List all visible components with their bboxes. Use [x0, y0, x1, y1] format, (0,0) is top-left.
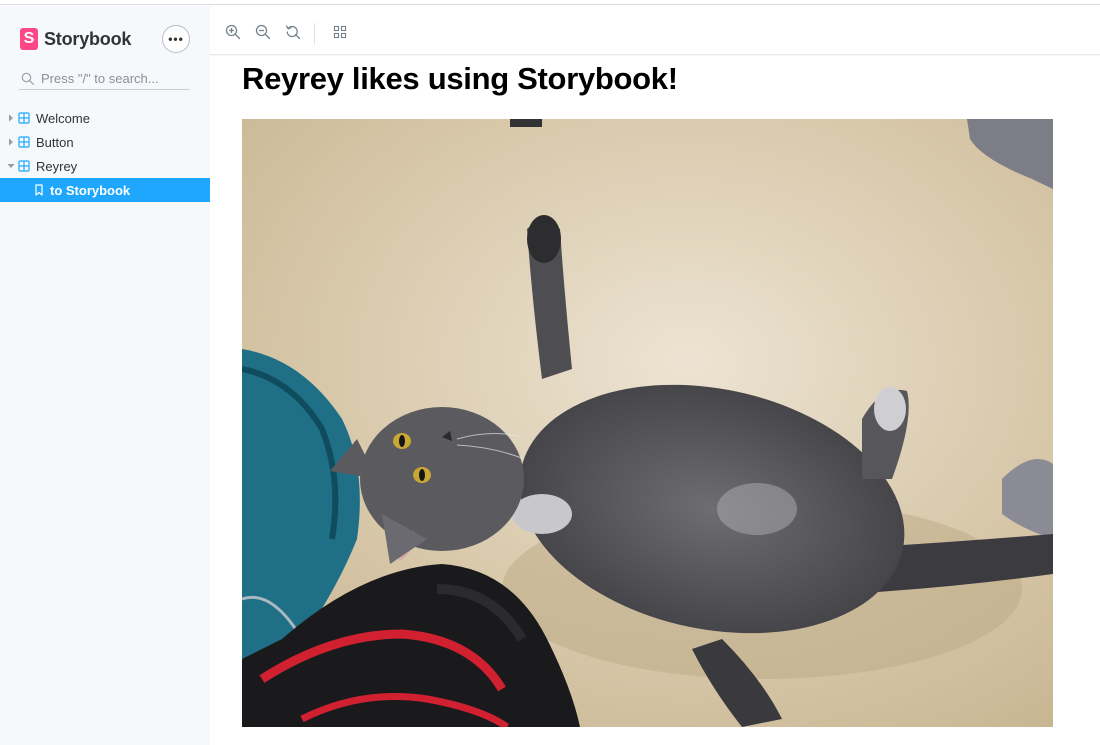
sidebar-item-reyrey[interactable]: Reyrey	[0, 154, 210, 178]
component-icon	[18, 160, 30, 172]
sidebar-item-label: Welcome	[36, 110, 90, 126]
sidebar-item-welcome[interactable]: Welcome	[0, 106, 210, 130]
brand[interactable]: S Storybook	[20, 28, 131, 50]
sidebar-item-label: to Storybook	[50, 182, 131, 198]
search-input[interactable]	[41, 71, 186, 86]
zoom-out-button[interactable]	[248, 19, 278, 49]
chevron-down-icon	[4, 154, 18, 178]
toolbar	[210, 14, 1100, 55]
zoom-out-icon	[255, 24, 271, 45]
component-icon	[18, 112, 30, 124]
zoom-reset-button[interactable]	[278, 19, 308, 49]
zoom-reset-icon	[285, 24, 301, 45]
canvas: Reyrey likes using Storybook!	[210, 14, 1100, 745]
component-icon	[18, 136, 30, 148]
sidebar-item-button[interactable]: Button	[0, 130, 210, 154]
sidebar: S Storybook ••• Welcome Bu	[0, 6, 210, 745]
zoom-in-button[interactable]	[218, 19, 248, 49]
sidebar-item-label: Reyrey	[36, 158, 78, 174]
sidebar-item-to-storybook[interactable]: to Storybook	[0, 178, 210, 202]
bookmark-icon	[34, 184, 44, 196]
chevron-right-icon	[4, 106, 18, 130]
cat-photo	[242, 119, 1053, 727]
more-icon: •••	[168, 32, 184, 46]
brand-name: Storybook	[44, 28, 132, 49]
story-title: Reyrey likes using Storybook!	[242, 61, 678, 96]
storybook-logo-icon: S	[20, 28, 38, 50]
menu-button[interactable]: •••	[162, 25, 190, 53]
toolbar-divider	[314, 23, 315, 45]
grid-icon	[333, 25, 347, 44]
sidebar-tree: Welcome Button Reyrey to Storybook	[0, 106, 210, 202]
grid-button[interactable]	[325, 19, 355, 49]
window-top-border	[0, 0, 1100, 5]
chevron-right-icon	[4, 130, 18, 154]
zoom-in-icon	[225, 24, 241, 45]
search-box[interactable]	[19, 68, 190, 90]
search-icon	[21, 72, 35, 86]
sidebar-item-label: Button	[36, 134, 74, 150]
